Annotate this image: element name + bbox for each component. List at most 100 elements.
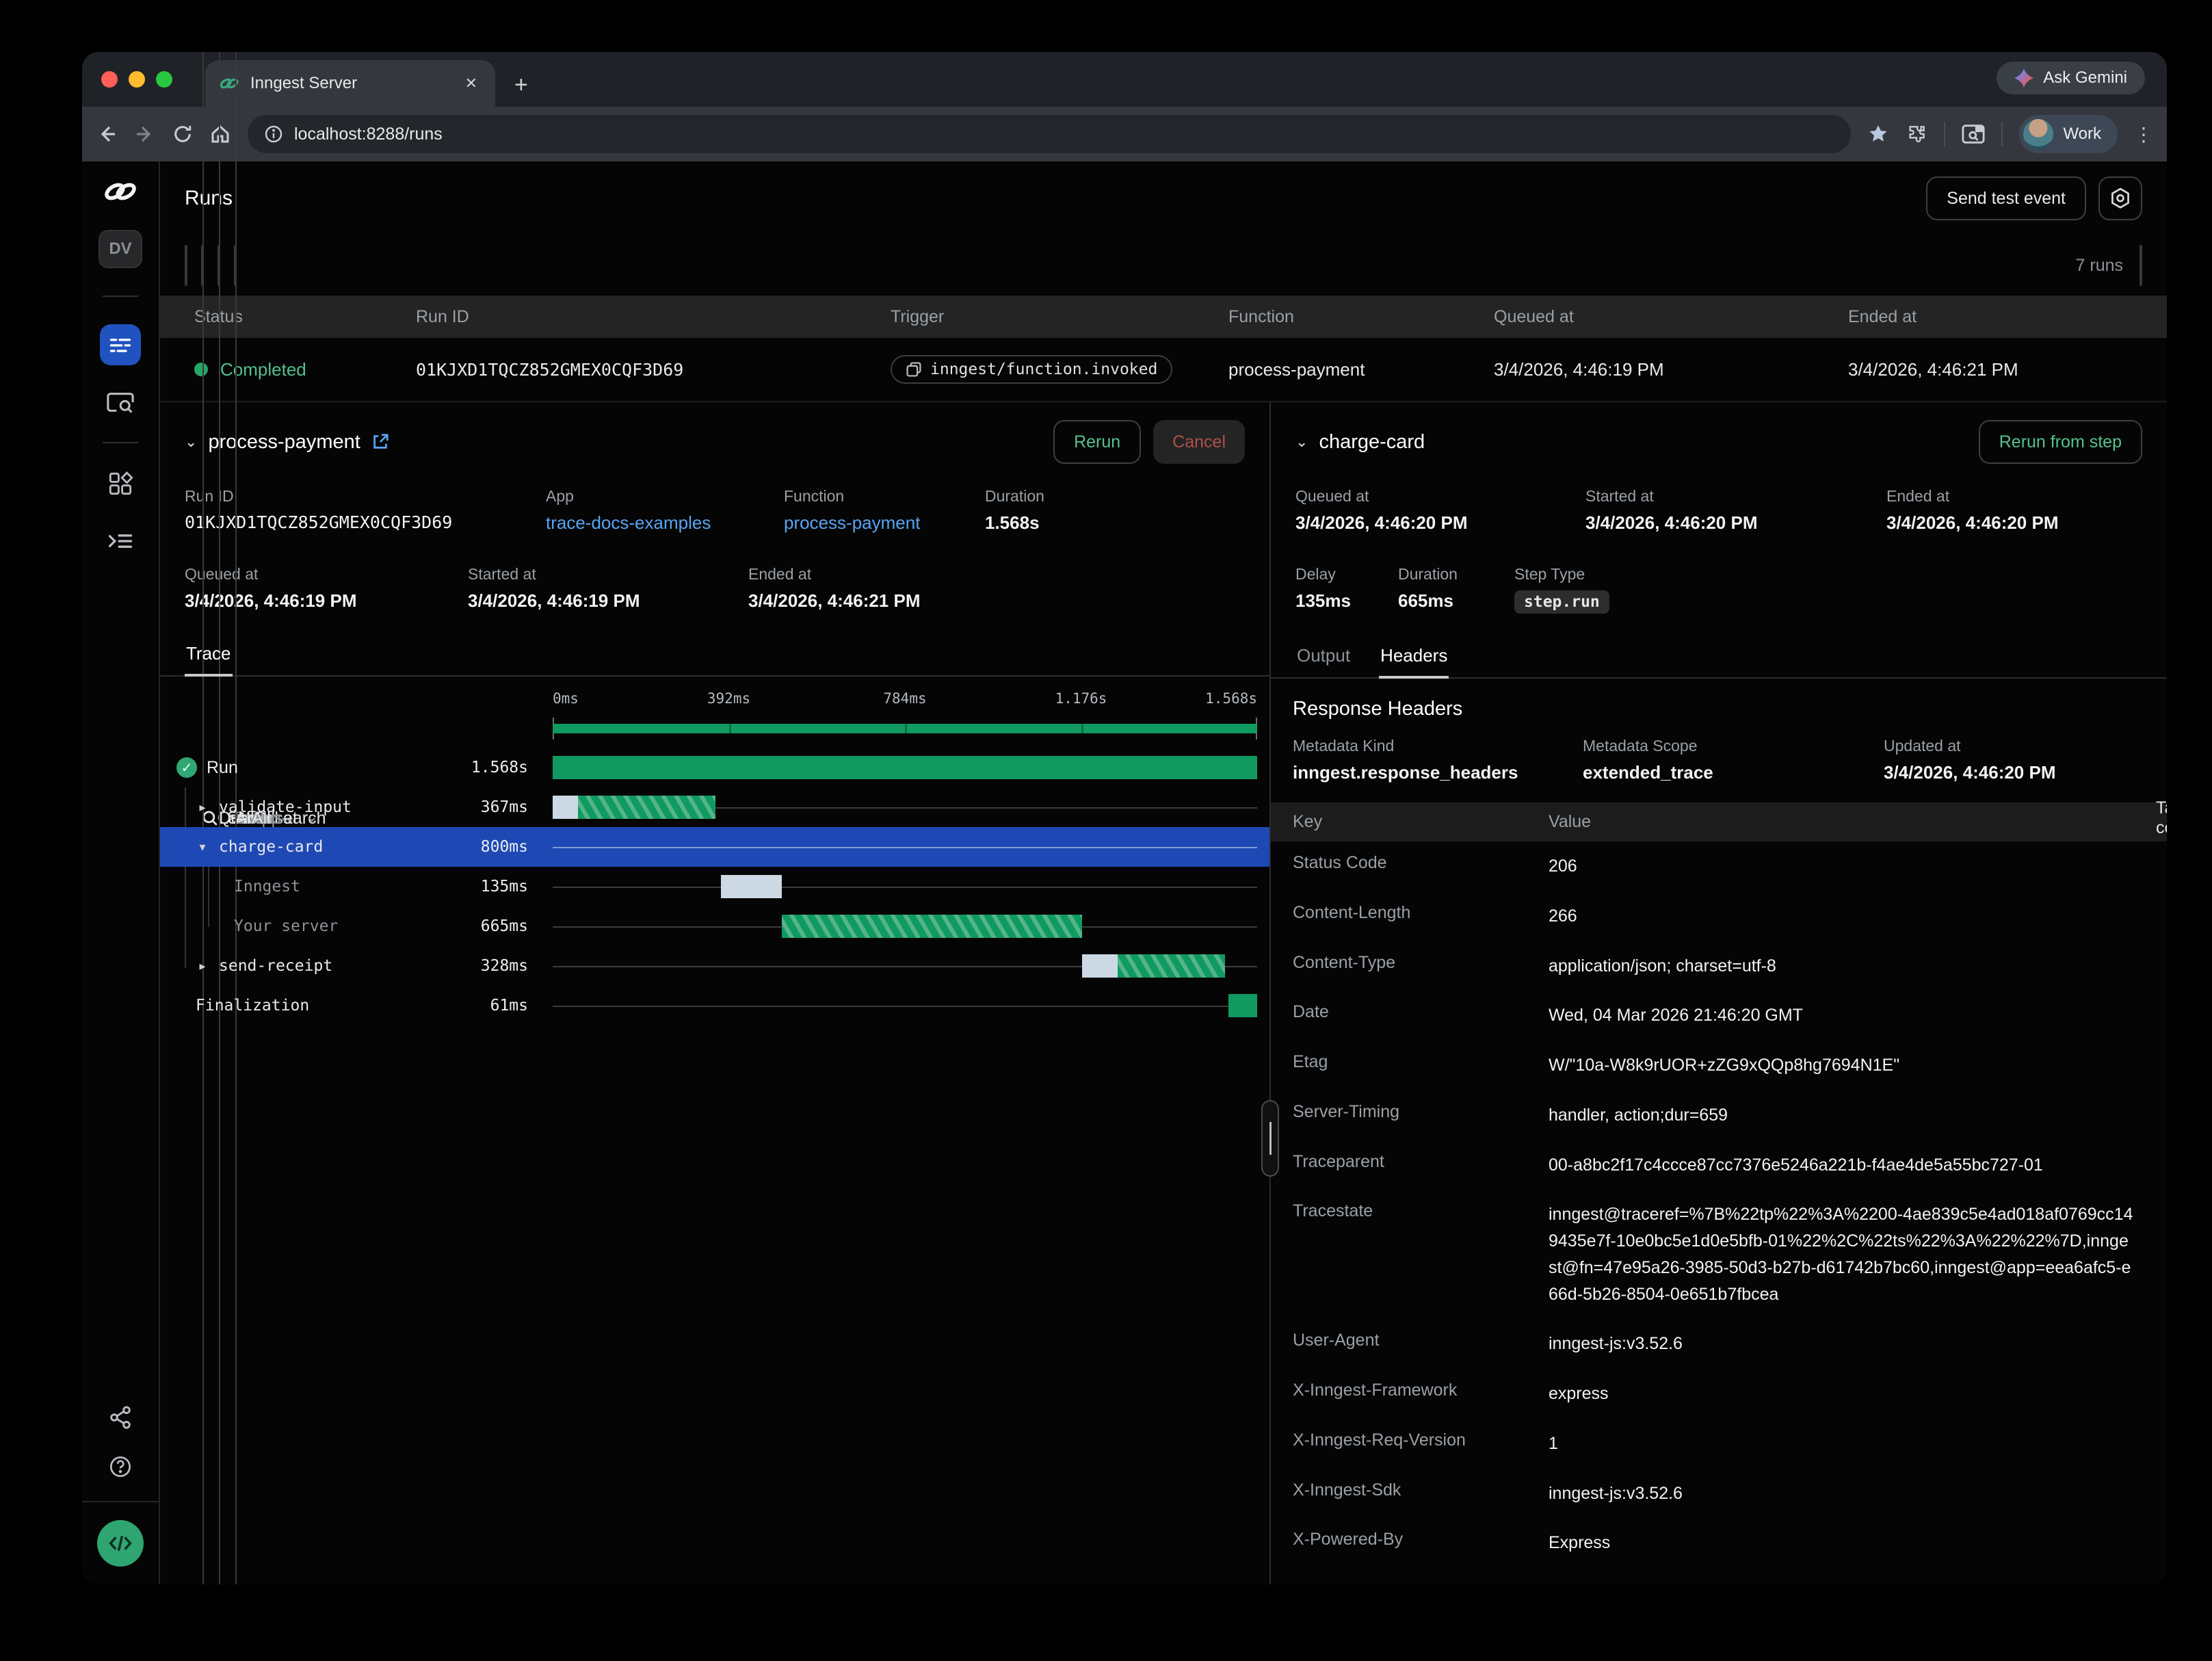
external-link-icon[interactable] — [371, 433, 389, 451]
table-columns-label: Table columns — [2156, 798, 2167, 838]
trace-row-send-receipt[interactable]: ▸send-receipt328ms — [160, 946, 1269, 986]
header-key: Content-Type — [1293, 953, 1549, 973]
toolbar-divider-2 — [2001, 122, 2003, 146]
share-feedback-icon[interactable] — [108, 1405, 133, 1430]
gear-icon — [2109, 187, 2132, 210]
zoom-window-button[interactable] — [156, 71, 172, 88]
runs-list-icon — [108, 332, 133, 357]
send-test-event-button[interactable]: Send test event — [1926, 176, 2086, 220]
extensions-icon[interactable] — [1906, 123, 1927, 145]
back-icon[interactable] — [96, 123, 118, 145]
sidebar-item-apps[interactable] — [107, 471, 133, 497]
new-tab-button[interactable]: + — [514, 72, 528, 107]
trace-row-bar-area — [553, 748, 1257, 787]
metadata-scope-value: extended_trace — [1583, 758, 1884, 783]
header-row: EtagW/"10a-W8k9rUOR+zZG9xQQp8hg7694N1E" — [1271, 1041, 2167, 1090]
close-window-button[interactable] — [101, 71, 118, 88]
header-row: User-Agentinngest-js:v3.52.6 — [1271, 1319, 2167, 1369]
settings-button[interactable] — [2098, 176, 2142, 220]
tab-trace[interactable]: Trace — [185, 635, 233, 675]
trace-row-duration: 665ms — [481, 917, 528, 935]
avatar — [2023, 119, 2053, 149]
inngest-logo — [103, 181, 138, 202]
show-search-button[interactable]: Show search — [185, 245, 187, 286]
tab-headers[interactable]: Headers — [1379, 637, 1449, 677]
cancel-button[interactable]: Cancel — [1153, 420, 1245, 464]
header-key: Content-Length — [1293, 903, 1549, 923]
filter-bar: Show search Queued at ⌄ Last 3d ⌄ — [160, 235, 2167, 296]
trace-row-label: Inngest — [234, 878, 300, 895]
trigger-pill[interactable]: inngest/function.invoked — [891, 355, 1172, 384]
metadata-updated-label: Updated at — [1884, 737, 2145, 755]
rerun-button[interactable]: Rerun — [1053, 420, 1141, 464]
trace-row-validate-input[interactable]: ▸ validate-input 367ms — [160, 787, 1269, 827]
forward-icon[interactable] — [134, 123, 156, 145]
trace-row-run[interactable]: ✓Run1.568s — [160, 748, 1269, 787]
app-link[interactable]: trace-docs-examples — [546, 508, 784, 534]
expand-chevron-icon[interactable]: ▸ — [196, 959, 209, 973]
run-function-cell: process-payment — [1228, 359, 1494, 380]
run-queued-cell: 3/4/2026, 4:46:19 PM — [1494, 359, 1848, 380]
run-table-row[interactable]: Completed 01KJXD1TQCZ852GMEX0CQF3D69 inn… — [160, 338, 2167, 402]
ask-gemini-label: Ask Gemini — [2043, 68, 2127, 88]
sidebar-item-runs[interactable] — [100, 324, 141, 365]
close-tab-icon[interactable]: ✕ — [461, 75, 482, 92]
app-sidebar: DV — [82, 161, 160, 1584]
header-value: inngest-js:v3.52.6 — [1549, 1480, 2145, 1507]
dev-code-button[interactable] — [97, 1520, 144, 1567]
trace-row-label: Your server — [234, 917, 338, 935]
trace-minimap[interactable] — [553, 718, 1257, 740]
header-value: inngest@traceref=%7B%22tp%22%3A%2200-4ae… — [1549, 1201, 2145, 1307]
duration-value: 1.568s — [985, 508, 1245, 534]
span-segment-solid — [553, 756, 1257, 779]
metadata-scope-label: Metadata Scope — [1583, 737, 1884, 755]
minimize-window-button[interactable] — [129, 71, 145, 88]
sidebar-item-dev-server[interactable] — [107, 529, 134, 553]
trace-row-inngest[interactable]: Inngest135ms — [160, 867, 1269, 906]
sidebar-item-event-search[interactable] — [106, 390, 135, 415]
expand-chevron-icon[interactable]: ▾ — [196, 840, 209, 854]
header-key: Date — [1293, 1002, 1549, 1022]
panel-resize-handle[interactable] — [1261, 1100, 1279, 1177]
trace-row-duration: 367ms — [481, 798, 528, 816]
header-row: Status Code206 — [1271, 841, 2167, 891]
profile-button[interactable]: Work — [2019, 115, 2118, 153]
rerun-from-step-button[interactable]: Rerun from step — [1979, 420, 2142, 464]
main-content: Runs Send test event — [160, 161, 2167, 1584]
header-row: Tracestateinngest@traceref=%7B%22tp%22%3… — [1271, 1190, 2167, 1319]
expand-chevron-icon[interactable]: ▸ — [196, 800, 209, 815]
ask-gemini-button[interactable]: Ask Gemini — [1997, 62, 2145, 94]
header-key: Server-Timing — [1293, 1102, 1549, 1122]
event-icon — [906, 361, 922, 378]
help-icon[interactable] — [108, 1454, 133, 1479]
span-segment-hatched — [578, 796, 715, 819]
column-header: Ended at — [1848, 307, 2167, 327]
trace-row-your-server[interactable]: Your server 665ms — [160, 906, 1269, 946]
header-row: Content-Typeapplication/json; charset=ut… — [1271, 941, 2167, 991]
tab-output[interactable]: Output — [1295, 637, 1352, 677]
function-link[interactable]: process-payment — [784, 508, 985, 534]
header-row: Traceparent00-a8bc2f17c4ccce87cc7376e524… — [1271, 1140, 2167, 1190]
column-header: Run ID — [416, 307, 891, 327]
collapse-step-chevron-icon[interactable]: ⌄ — [1295, 433, 1308, 451]
url-bar[interactable]: localhost:8288/runs — [248, 115, 1851, 153]
window-controls[interactable] — [101, 71, 172, 88]
desktop: Inngest Server ✕ + Ask Gemini — [0, 0, 2212, 1661]
axis-tick-label: 784ms — [883, 690, 926, 707]
trace-row-label: validate-input — [219, 798, 352, 816]
trace-row-label: charge-card — [219, 838, 323, 856]
column-header: Function — [1228, 307, 1494, 327]
trace-row-bar-area — [553, 867, 1257, 906]
browser-tabstrip: Inngest Server ✕ + Ask Gemini — [82, 52, 2167, 107]
trace-row-finalization[interactable]: Finalization61ms — [160, 986, 1269, 1025]
trace-row-charge-card[interactable]: ▾charge-card800ms — [160, 827, 1269, 867]
search-panel-icon[interactable] — [1962, 124, 1985, 144]
bookmark-star-icon[interactable] — [1867, 123, 1889, 145]
table-columns-dropdown[interactable]: Table columns ⌄ — [2139, 245, 2142, 286]
value-column-header: Value — [1549, 812, 2145, 832]
terminal-list-icon — [107, 529, 134, 553]
run-ended-cell: 3/4/2026, 4:46:21 PM — [1848, 359, 2167, 380]
delay-value: 135ms — [1295, 586, 1398, 614]
env-badge[interactable]: DV — [98, 230, 142, 268]
header-value: 206 — [1549, 853, 2145, 880]
